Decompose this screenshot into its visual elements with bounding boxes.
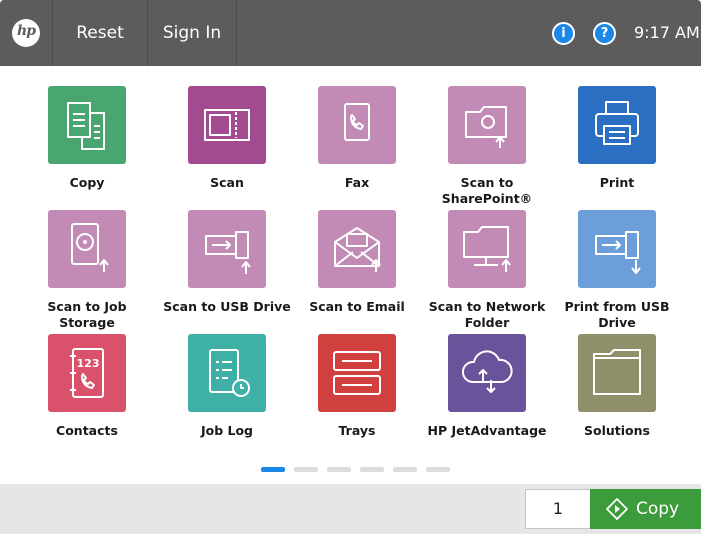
app-usb-print[interactable]: Print from USB Drive — [552, 210, 682, 340]
usb-print-icon — [595, 231, 641, 274]
top-bar: hp Reset Sign In i ? 9:17 AM — [0, 0, 701, 66]
reset-button[interactable]: Reset — [53, 0, 147, 66]
page-dot[interactable] — [261, 467, 285, 472]
printer-icon — [595, 101, 639, 145]
app-label: Solutions — [584, 423, 650, 438]
app-tile[interactable] — [578, 86, 656, 164]
app-label: Trays — [338, 423, 376, 438]
app-printer[interactable]: Print — [552, 86, 682, 216]
help-icon[interactable]: ? — [593, 22, 616, 45]
app-tile[interactable]: 123 — [48, 334, 126, 412]
page-dot[interactable] — [426, 467, 450, 472]
app-fax[interactable]: Fax — [292, 86, 422, 216]
app-label: Print — [599, 175, 635, 190]
page-dot[interactable] — [393, 467, 417, 472]
app-job-log[interactable]: Job Log — [162, 334, 292, 464]
app-sharepoint[interactable]: Scan to SharePoint® — [422, 86, 552, 216]
app-copy[interactable]: Copy — [22, 86, 152, 216]
copies-field[interactable]: 1 — [525, 489, 590, 529]
page-dot[interactable] — [327, 467, 351, 472]
app-tile[interactable] — [188, 86, 266, 164]
cloud-icon — [462, 350, 513, 393]
app-tile[interactable] — [48, 86, 126, 164]
app-label: Contacts — [56, 423, 118, 438]
app-tile[interactable] — [318, 334, 396, 412]
app-tile[interactable] — [448, 334, 526, 412]
app-trays[interactable]: Trays — [292, 334, 422, 464]
storage-icon — [71, 223, 109, 272]
app-contacts[interactable]: 123 Contacts — [22, 334, 152, 464]
folder-icon — [593, 349, 641, 395]
network-folder-icon — [463, 226, 511, 272]
app-scan[interactable]: Scan — [162, 86, 292, 216]
svg-text:123: 123 — [77, 357, 100, 370]
divider — [236, 0, 237, 66]
sign-in-button[interactable]: Sign In — [148, 0, 236, 66]
app-label: Print from USB Drive — [564, 299, 670, 330]
app-usb[interactable]: Scan to USB Drive — [162, 210, 292, 340]
app-label: Scan to Email — [309, 299, 405, 314]
copy-start-label: Copy — [636, 499, 680, 519]
app-label: Scan — [210, 175, 244, 190]
copy-icon — [67, 102, 105, 150]
copy-start-button[interactable]: Copy — [590, 489, 701, 529]
app-folder[interactable]: Solutions — [552, 334, 682, 464]
app-cloud[interactable]: HP JetAdvantage — [422, 334, 552, 464]
app-tile[interactable] — [448, 86, 526, 164]
app-tile[interactable] — [318, 86, 396, 164]
app-label: Scan to Network Folder — [428, 299, 546, 330]
app-tile[interactable] — [578, 210, 656, 288]
trays-icon — [333, 351, 381, 395]
page-dot[interactable] — [360, 467, 384, 472]
email-icon — [334, 227, 381, 272]
app-label: Scan to Job Storage — [47, 299, 127, 330]
app-tile[interactable] — [188, 334, 266, 412]
page-dot[interactable] — [294, 467, 318, 472]
hp-logo-icon: hp — [12, 19, 40, 47]
sharepoint-icon — [465, 106, 507, 148]
scan-icon — [204, 109, 250, 141]
fax-icon — [344, 103, 370, 141]
contacts-icon: 123 — [70, 348, 104, 398]
app-email[interactable]: Scan to Email — [292, 210, 422, 340]
app-label: Job Log — [200, 423, 254, 438]
app-label: Scan to USB Drive — [163, 299, 291, 314]
app-storage[interactable]: Scan to Job Storage — [22, 210, 152, 340]
app-network-folder[interactable]: Scan to Network Folder — [422, 210, 552, 340]
clock: 9:17 AM — [634, 23, 700, 42]
app-label: Copy — [69, 175, 105, 190]
app-label: HP JetAdvantage — [427, 423, 547, 438]
app-tile[interactable] — [318, 210, 396, 288]
logo-text: hp — [17, 23, 36, 39]
start-diamond-icon — [606, 498, 628, 520]
job-log-icon — [209, 349, 250, 397]
app-tile[interactable] — [578, 334, 656, 412]
app-tile[interactable] — [188, 210, 266, 288]
app-tile[interactable] — [448, 210, 526, 288]
app-label: Scan to SharePoint® — [441, 175, 533, 206]
usb-icon — [205, 231, 251, 274]
app-tile[interactable] — [48, 210, 126, 288]
app-label: Fax — [344, 175, 370, 190]
info-icon[interactable]: i — [552, 22, 575, 45]
